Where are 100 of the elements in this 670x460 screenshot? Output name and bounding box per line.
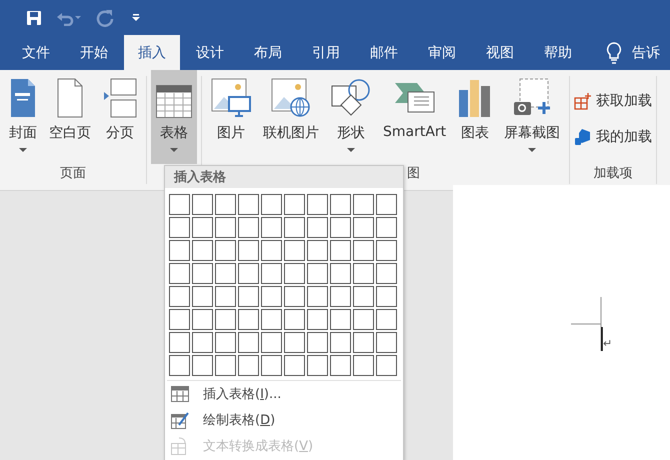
ribbon-tab[interactable]: 插入 (124, 35, 180, 70)
table-grid-cell[interactable] (284, 332, 305, 353)
table-grid-cell[interactable] (307, 286, 328, 307)
ribbon-tab[interactable]: 审阅 (414, 35, 470, 70)
ribbon-tab[interactable]: 设计 (182, 35, 238, 70)
table-grid-cell[interactable] (284, 355, 305, 376)
table-grid-cell[interactable] (261, 194, 282, 215)
table-grid-cell[interactable] (284, 194, 305, 215)
table-grid-cell[interactable] (169, 217, 190, 238)
table-grid-cell[interactable] (169, 240, 190, 261)
table-grid-cell[interactable] (215, 286, 236, 307)
blank-button[interactable]: 空白页 (44, 70, 96, 164)
table-grid-cell[interactable] (376, 355, 397, 376)
table-grid-cell[interactable] (353, 217, 374, 238)
table-grid-cell[interactable] (192, 355, 213, 376)
table-grid-cell[interactable] (238, 263, 259, 284)
save-button[interactable] (26, 10, 42, 26)
table-grid-cell[interactable] (330, 332, 351, 353)
table-grid-cell[interactable] (284, 263, 305, 284)
table-grid-cell[interactable] (376, 286, 397, 307)
screenshot-button[interactable]: 屏幕截图 (499, 70, 566, 164)
table-grid-cell[interactable] (353, 194, 374, 215)
table-grid-cell[interactable] (215, 332, 236, 353)
table-grid-cell[interactable] (284, 217, 305, 238)
table-grid-cell[interactable] (376, 240, 397, 261)
ribbon-tab[interactable]: 引用 (298, 35, 354, 70)
table-grid-cell[interactable] (192, 240, 213, 261)
table-grid-cell[interactable] (192, 263, 213, 284)
table-grid-cell[interactable] (353, 263, 374, 284)
table-grid-cell[interactable] (353, 309, 374, 330)
table-grid-cell[interactable] (376, 263, 397, 284)
table-grid-cell[interactable] (215, 194, 236, 215)
table-grid-cell[interactable] (192, 194, 213, 215)
table-grid-cell[interactable] (307, 355, 328, 376)
table-grid-cell[interactable] (284, 286, 305, 307)
table-grid-cell[interactable] (376, 332, 397, 353)
table-grid-cell[interactable] (261, 217, 282, 238)
tell-me-field[interactable]: 告诉 (632, 44, 660, 62)
table-grid-cell[interactable] (353, 332, 374, 353)
table-grid-cell[interactable] (261, 240, 282, 261)
smartart-button[interactable]: SmartArt (378, 70, 452, 164)
table-grid-cell[interactable] (261, 355, 282, 376)
get-add-ins-button[interactable]: 获取加载 (574, 88, 652, 114)
table-grid-cell[interactable] (169, 263, 190, 284)
ribbon-tab[interactable]: 文件 (8, 35, 64, 70)
table-grid-cell[interactable] (169, 286, 190, 307)
table-grid-cell[interactable] (284, 240, 305, 261)
table-grid-cell[interactable] (261, 286, 282, 307)
table-grid-cell[interactable] (238, 309, 259, 330)
table-grid-cell[interactable] (169, 194, 190, 215)
table-grid-cell[interactable] (238, 332, 259, 353)
table-grid-cell[interactable] (353, 286, 374, 307)
ribbon-tab[interactable]: 布局 (240, 35, 296, 70)
ribbon-tab[interactable]: 邮件 (356, 35, 412, 70)
table-grid-cell[interactable] (307, 332, 328, 353)
table-grid-cell[interactable] (307, 263, 328, 284)
table-grid-cell[interactable] (330, 217, 351, 238)
table-grid-cell[interactable] (353, 240, 374, 261)
table-grid-cell[interactable] (330, 194, 351, 215)
table-grid-cell[interactable] (215, 240, 236, 261)
table-grid-cell[interactable] (192, 309, 213, 330)
table-grid-cell[interactable] (238, 194, 259, 215)
chart-button[interactable]: 图表 (453, 70, 498, 164)
table-grid-cell[interactable] (307, 309, 328, 330)
table-grid-cell[interactable] (284, 309, 305, 330)
table-grid-cell[interactable] (215, 263, 236, 284)
ribbon-tab[interactable]: 帮助 (530, 35, 586, 70)
ribbon-tab[interactable]: 视图 (472, 35, 528, 70)
table-grid-cell[interactable] (169, 309, 190, 330)
table-grid-cell[interactable] (261, 309, 282, 330)
table-grid-cell[interactable] (192, 217, 213, 238)
table-grid-cell[interactable] (215, 217, 236, 238)
table-grid-cell[interactable] (192, 332, 213, 353)
table-grid-cell[interactable] (215, 355, 236, 376)
picture-button[interactable]: 图片 (206, 70, 256, 164)
table-grid-cell[interactable] (330, 355, 351, 376)
table-grid-cell[interactable] (238, 217, 259, 238)
table-grid-cell[interactable] (261, 263, 282, 284)
table-button[interactable]: 表格 (151, 70, 197, 164)
table-grid-cell[interactable] (215, 309, 236, 330)
ribbon-tab[interactable]: 开始 (66, 35, 122, 70)
table-grid-cell[interactable] (307, 240, 328, 261)
table-grid-cell[interactable] (330, 263, 351, 284)
table-grid-cell[interactable] (376, 217, 397, 238)
table-grid-cell[interactable] (238, 240, 259, 261)
online-button[interactable]: 联机图片 (258, 70, 324, 164)
menu-item[interactable]: 插入表格(I)... (165, 381, 403, 407)
table-grid-cell[interactable] (238, 286, 259, 307)
table-grid-cell[interactable] (307, 217, 328, 238)
menu-item[interactable]: 绘制表格(D) (165, 407, 403, 433)
table-grid-cell[interactable] (261, 332, 282, 353)
my-add-ins-button[interactable]: 我的加载 (574, 124, 652, 150)
shapes-button[interactable]: 形状 (326, 70, 376, 164)
table-grid-cell[interactable] (169, 355, 190, 376)
table-grid-cell[interactable] (330, 286, 351, 307)
table-grid-cell[interactable] (330, 309, 351, 330)
table-grid-cell[interactable] (238, 355, 259, 376)
table-grid-cell[interactable] (307, 194, 328, 215)
cover-button[interactable]: 封面 (4, 70, 42, 164)
table-grid-cell[interactable] (192, 286, 213, 307)
